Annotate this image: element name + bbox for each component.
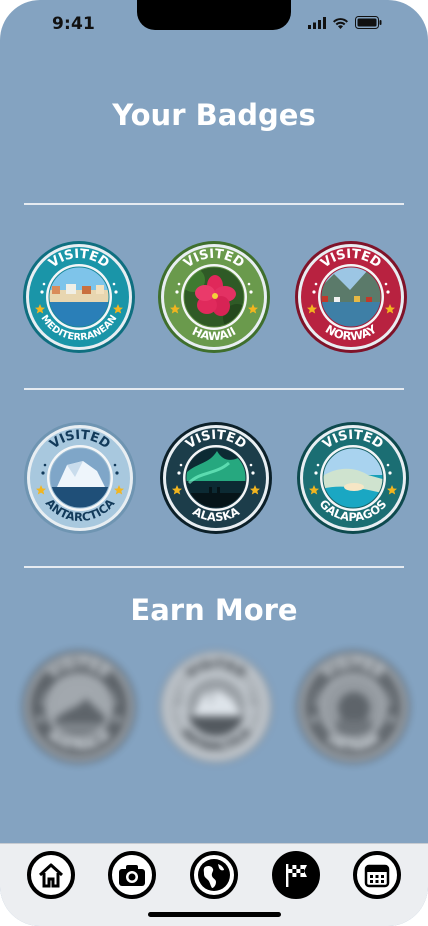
badge-emblem: VISITEDANTARCTICA	[160, 651, 272, 763]
badge-alaska[interactable]: VISITED ALASKA	[159, 421, 273, 535]
badge-emblem: VISITEDMEDITERRANEAN	[23, 241, 135, 353]
your-badges-heading: Your Badges	[112, 98, 316, 132]
home-icon	[38, 863, 64, 888]
badge-emblem: VISITEDGALAPAGOS	[297, 422, 409, 534]
locked-badge-vietnam[interactable]: VISITED VIETNAM	[296, 650, 410, 764]
badge-antarctica[interactable]: VISITED ANTARCTICA	[23, 421, 137, 535]
tab-badges[interactable]	[272, 851, 320, 899]
globe-icon	[198, 859, 230, 891]
locked-badge-antarctica[interactable]: VISITED ANTARCTICA	[159, 650, 273, 764]
camera-icon	[119, 865, 145, 886]
device-notch	[137, 0, 291, 30]
cellular-signal-icon	[308, 16, 326, 29]
tab-calendar[interactable]	[353, 851, 401, 899]
status-icons	[308, 16, 382, 29]
badge-emblem: VISITEDHAWAII	[158, 241, 270, 353]
checkered-flag-icon	[286, 864, 307, 887]
tab-camera[interactable]	[108, 851, 156, 899]
badge-norway[interactable]: VISITED NORWAY	[294, 240, 408, 354]
divider-bottom	[24, 566, 404, 568]
badge-galapagos[interactable]: VISITED GALAPAGOS	[296, 421, 410, 535]
badge-emblem: VISITEDANTARCTICA	[24, 422, 136, 534]
battery-icon	[355, 16, 382, 29]
divider-middle	[24, 388, 404, 390]
calendar-icon	[364, 864, 390, 888]
badge-emblem: VISITEDNORWAY	[295, 241, 407, 353]
badge-hawaii[interactable]: VISITED HAWAII	[157, 240, 271, 354]
divider-top	[24, 203, 404, 205]
badge-emblem: VISITEDALASKA	[160, 422, 272, 534]
badge-mediterranean[interactable]: VISITED MEDITERRANEAN	[22, 240, 136, 354]
home-indicator	[148, 912, 281, 917]
locked-badge-australia[interactable]: VISITED AUSTRALIA	[22, 650, 136, 764]
status-time: 9:41	[52, 14, 96, 34]
badge-emblem: VISITEDAUSTRALIA	[23, 651, 135, 763]
badge-emblem: VISITEDVIETNAM	[297, 651, 409, 763]
wifi-icon	[333, 17, 348, 29]
earn-more-heading: Earn More	[130, 593, 298, 627]
tab-globe[interactable]	[190, 851, 238, 899]
app-screen: 9:41 Your Badges Earn More VISITED MEDIT…	[0, 0, 428, 926]
tab-home[interactable]	[27, 851, 75, 899]
